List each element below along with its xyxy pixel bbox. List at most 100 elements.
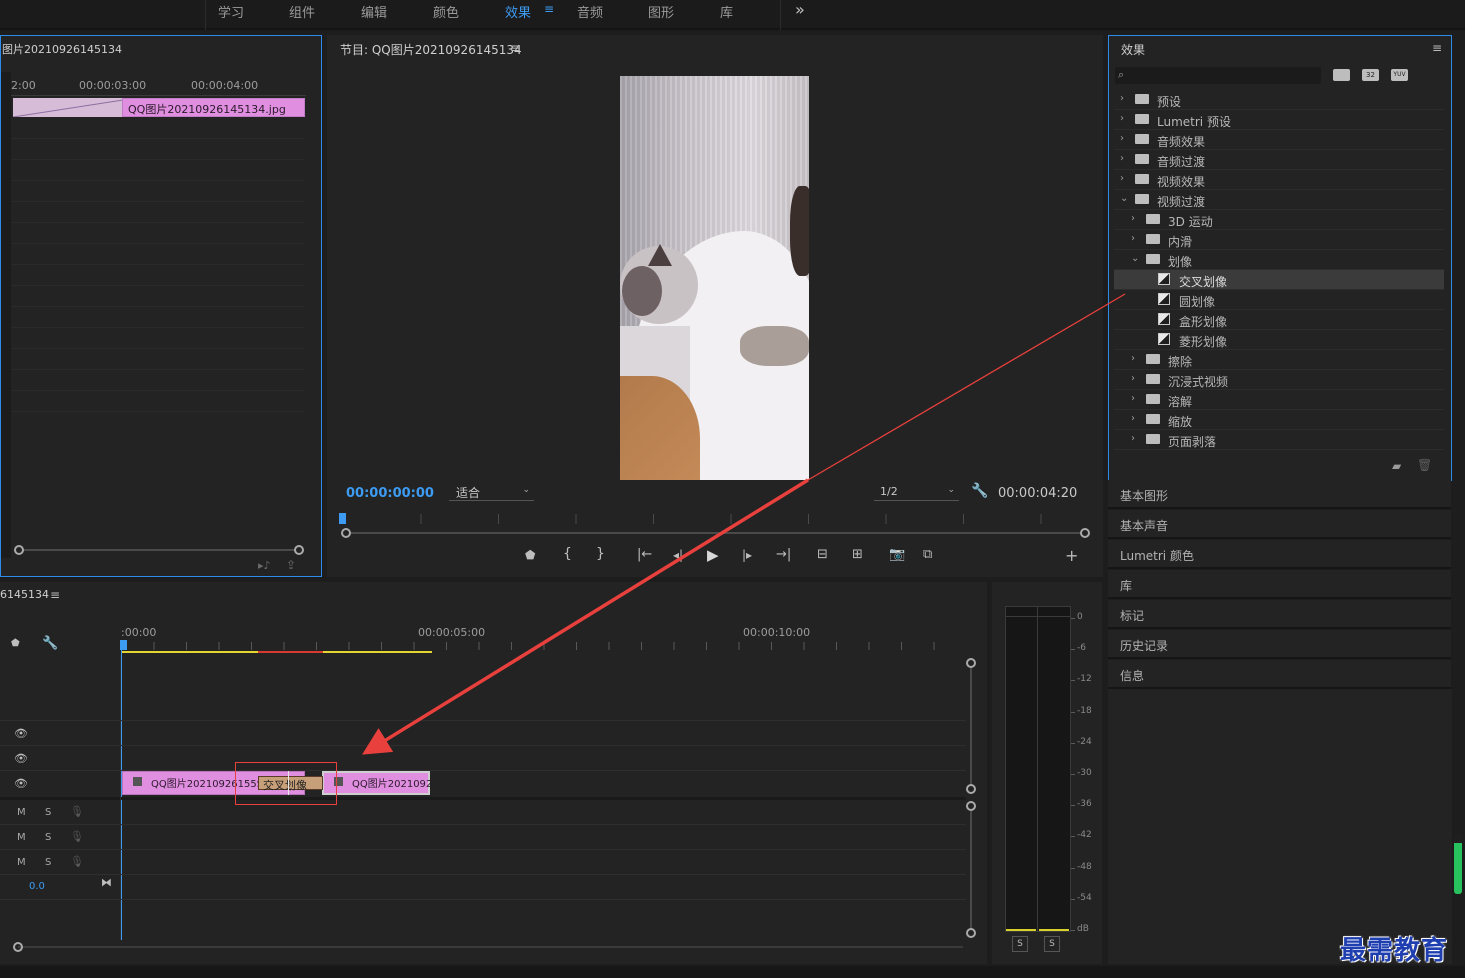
timeline-wrench-icon[interactable]: 🔧 [42, 637, 58, 650]
effects-tree-item[interactable]: 圆划像 [1114, 290, 1444, 310]
effects-tree-item[interactable]: › 缩放 [1114, 410, 1444, 430]
program-scrollbar[interactable] [348, 532, 1083, 534]
mark-out-icon[interactable]: } [596, 547, 605, 561]
chevron-right-icon[interactable]: › [1120, 133, 1124, 144]
panel-tab[interactable]: 库 [1108, 570, 1451, 599]
solo-right-button[interactable]: S [1044, 936, 1060, 952]
timeline-a-scroll-bottom[interactable] [966, 928, 976, 938]
panel-tab[interactable]: 历史记录 [1108, 630, 1451, 659]
wrench-icon[interactable]: 🔧 [971, 484, 988, 498]
export-icon[interactable]: ⇪ [286, 559, 296, 571]
workspace-tab-libraries[interactable]: 库 [720, 2, 733, 21]
chevron-right-icon[interactable]: › [1120, 93, 1124, 104]
mute-track-button[interactable]: M [17, 857, 26, 868]
timeline-a-scroll-track[interactable] [970, 811, 972, 929]
go-to-in-icon[interactable]: |← [637, 548, 652, 561]
chevron-right-icon[interactable]: › [1131, 433, 1135, 444]
solo-track-button[interactable]: S [45, 807, 51, 818]
solo-track-button[interactable]: S [45, 857, 51, 868]
mute-track-button[interactable]: M [17, 832, 26, 843]
panel-tab[interactable]: 基本图形 [1108, 480, 1451, 509]
effects-tree-item[interactable]: 交叉划像 [1114, 270, 1444, 290]
effects-tree-item[interactable]: 菱形划像 [1114, 330, 1444, 350]
effects-tree-item[interactable]: ⌄ 视频过渡 [1114, 190, 1444, 210]
trash-icon[interactable]: 🗑 [1417, 459, 1432, 471]
chevron-right-icon[interactable]: › [1120, 173, 1124, 184]
add-button-icon[interactable]: + [1065, 548, 1078, 564]
program-menu-icon[interactable]: ≡ [510, 41, 520, 55]
program-scroll-handle-right[interactable] [1080, 528, 1090, 538]
microphone-icon[interactable]: 🎙 [70, 806, 84, 817]
effects-tree-item[interactable]: › Lumetri 预设 [1114, 110, 1444, 130]
program-scroll-handle-left[interactable] [341, 528, 351, 538]
timeline-h-scroll-handle[interactable] [13, 942, 23, 952]
timeline-v-scroll-track[interactable] [970, 668, 972, 786]
workspace-tab-learn[interactable]: 学习 [218, 2, 244, 21]
compare-view-icon[interactable]: ⧉ [923, 548, 932, 561]
toggle-track-output-eye-icon[interactable]: 👁 [14, 753, 28, 764]
go-to-out-icon[interactable]: →| [776, 548, 791, 561]
solo-track-button[interactable]: S [45, 832, 51, 843]
microphone-icon[interactable]: 🎙 [70, 856, 84, 867]
resolution-dropdown[interactable]: 1/2 ⌄ [874, 484, 959, 501]
play-icon[interactable]: ▶ [707, 548, 719, 563]
timeline-playhead-head[interactable] [120, 640, 127, 650]
chevron-down-icon[interactable]: ⌄ [1131, 253, 1139, 264]
effects-tree-item[interactable]: › 视频效果 [1114, 170, 1444, 190]
camera-icon[interactable]: 📷 [889, 548, 905, 561]
workspace-tab-color[interactable]: 颜色 [433, 2, 459, 21]
yuv-effects-icon[interactable]: YUV [1391, 69, 1408, 81]
audio-note-icon[interactable]: ▸♪ [258, 560, 271, 571]
source-clip[interactable]: QQ图片20210926145134.jpg [122, 98, 305, 117]
accelerated-effects-icon[interactable] [1333, 69, 1350, 81]
step-back-icon[interactable]: ◂| [673, 549, 683, 561]
panel-tab[interactable]: 基本声音 [1108, 510, 1451, 539]
timeline-v-scroll-bottom[interactable] [966, 784, 976, 794]
effects-tree-item[interactable]: › 擦除 [1114, 350, 1444, 370]
add-marker-icon[interactable]: ⬟ [525, 549, 535, 561]
effects-tree-item[interactable]: › 音频效果 [1114, 130, 1444, 150]
timeline-a-scroll-top[interactable] [966, 801, 976, 811]
chevron-right-icon[interactable]: › [1131, 393, 1135, 404]
effects-tree-item[interactable]: › 溶解 [1114, 390, 1444, 410]
timeline-marker-icon[interactable]: ⬟ [11, 639, 20, 649]
chevron-right-icon[interactable]: › [1131, 373, 1135, 384]
panel-tab[interactable]: 信息 [1108, 660, 1451, 689]
workspace-tab-effects[interactable]: 效果 [505, 2, 531, 21]
effects-tree-item[interactable]: › 沉浸式视频 [1114, 370, 1444, 390]
more-workspaces-icon[interactable]: » [795, 0, 805, 19]
timeline-menu-icon[interactable]: ≡ [50, 588, 60, 602]
source-scroll-handle-left[interactable] [14, 545, 24, 555]
chevron-right-icon[interactable]: › [1120, 153, 1124, 164]
solo-left-button[interactable]: S [1012, 936, 1028, 952]
master-track-icon[interactable]: ⧓ [101, 877, 112, 888]
step-forward-icon[interactable]: |▸ [742, 549, 752, 561]
master-volume-value[interactable]: 0.0 [29, 881, 45, 892]
source-scrollbar[interactable] [18, 549, 300, 551]
panel-tab[interactable]: Lumetri 颜色 [1108, 540, 1451, 569]
fit-dropdown[interactable]: 适合 ⌄ [449, 484, 534, 501]
effects-tree-item[interactable]: › 内滑 [1114, 230, 1444, 250]
chevron-right-icon[interactable]: › [1120, 113, 1124, 124]
program-playhead[interactable] [339, 513, 346, 524]
effects-search-input[interactable]: ⌕ [1115, 67, 1321, 84]
source-scroll-handle-right[interactable] [294, 545, 304, 555]
chevron-right-icon[interactable]: › [1131, 233, 1135, 244]
mark-in-icon[interactable]: { [563, 547, 572, 561]
timeline-playhead-line[interactable] [121, 650, 122, 940]
chevron-right-icon[interactable]: › [1131, 213, 1135, 224]
chevron-right-icon[interactable]: › [1131, 353, 1135, 364]
timeline-v-scroll-top[interactable] [966, 658, 976, 668]
timeline-clip-2[interactable]: QQ图片2021092 [322, 771, 432, 795]
effects-tree-item[interactable]: › 页面剥落 [1114, 430, 1444, 450]
32bit-effects-icon[interactable]: 32 [1362, 69, 1379, 81]
effects-tree-item[interactable]: › 音频过渡 [1114, 150, 1444, 170]
toggle-track-output-eye-icon[interactable]: 👁 [14, 778, 28, 789]
effects-menu-icon[interactable]: ≡ [1432, 41, 1442, 55]
effects-tree-item[interactable]: › 预设 [1114, 90, 1444, 110]
microphone-icon[interactable]: 🎙 [70, 831, 84, 842]
workspace-tab-assembly[interactable]: 组件 [289, 2, 315, 21]
workspace-tab-graphics[interactable]: 图形 [648, 2, 674, 21]
extract-icon[interactable]: ⊞ [852, 548, 863, 561]
mute-track-button[interactable]: M [17, 807, 26, 818]
